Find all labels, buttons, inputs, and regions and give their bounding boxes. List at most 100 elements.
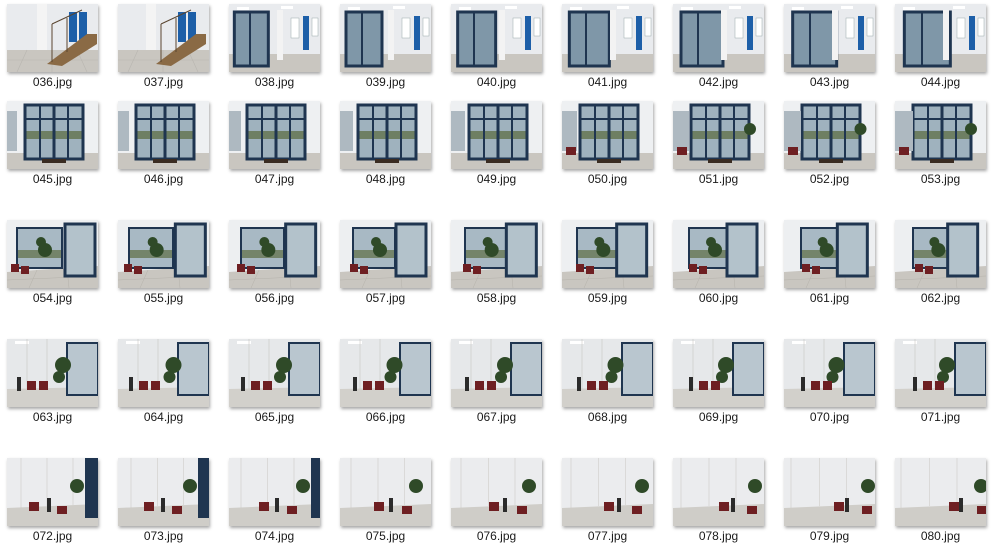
file-name-label[interactable]: 056.jpg — [222, 290, 327, 306]
file-thumbnail[interactable] — [673, 101, 764, 169]
file-name-label[interactable]: 051.jpg — [666, 171, 771, 187]
file-thumbnail[interactable] — [118, 458, 209, 526]
file-name-label[interactable]: 047.jpg — [222, 171, 327, 187]
file-thumbnail[interactable] — [118, 220, 209, 288]
file-thumbnail[interactable] — [7, 101, 98, 169]
file-item[interactable]: 066.jpg — [333, 335, 444, 427]
file-thumbnail[interactable] — [895, 339, 986, 407]
file-thumbnail[interactable] — [7, 220, 98, 288]
file-name-label[interactable]: 068.jpg — [555, 409, 660, 425]
file-item[interactable]: 074.jpg — [222, 454, 333, 546]
file-thumbnail[interactable] — [118, 339, 209, 407]
file-thumbnail[interactable] — [340, 220, 431, 288]
file-name-label[interactable]: 055.jpg — [111, 290, 216, 306]
file-thumbnail[interactable] — [340, 101, 431, 169]
file-item[interactable]: 040.jpg — [444, 0, 555, 92]
file-thumbnail[interactable] — [562, 4, 653, 72]
file-name-label[interactable]: 058.jpg — [444, 290, 549, 306]
file-name-label[interactable]: 045.jpg — [0, 171, 105, 187]
file-item[interactable]: 038.jpg — [222, 0, 333, 92]
file-thumbnail[interactable] — [340, 458, 431, 526]
file-name-label[interactable]: 048.jpg — [333, 171, 438, 187]
file-name-label[interactable]: 049.jpg — [444, 171, 549, 187]
file-item[interactable]: 072.jpg — [0, 454, 111, 546]
file-name-label[interactable]: 073.jpg — [111, 528, 216, 544]
file-thumbnail[interactable] — [673, 458, 764, 526]
file-name-label[interactable]: 076.jpg — [444, 528, 549, 544]
file-item[interactable]: 067.jpg — [444, 335, 555, 427]
file-item[interactable]: 055.jpg — [111, 216, 222, 308]
file-name-label[interactable]: 067.jpg — [444, 409, 549, 425]
file-name-label[interactable]: 077.jpg — [555, 528, 660, 544]
file-item[interactable]: 059.jpg — [555, 216, 666, 308]
file-name-label[interactable]: 063.jpg — [0, 409, 105, 425]
file-thumbnail[interactable] — [673, 220, 764, 288]
file-name-label[interactable]: 069.jpg — [666, 409, 771, 425]
file-item[interactable]: 063.jpg — [0, 335, 111, 427]
file-item[interactable]: 045.jpg — [0, 97, 111, 189]
file-item[interactable]: 043.jpg — [777, 0, 888, 92]
file-item[interactable]: 079.jpg — [777, 454, 888, 546]
file-thumbnail[interactable] — [229, 339, 320, 407]
file-name-label[interactable]: 070.jpg — [777, 409, 882, 425]
file-name-label[interactable]: 072.jpg — [0, 528, 105, 544]
file-item[interactable]: 046.jpg — [111, 97, 222, 189]
file-item[interactable]: 076.jpg — [444, 454, 555, 546]
file-item[interactable]: 062.jpg — [888, 216, 996, 308]
file-item[interactable]: 078.jpg — [666, 454, 777, 546]
file-thumbnail[interactable] — [673, 339, 764, 407]
file-name-label[interactable]: 042.jpg — [666, 74, 771, 90]
file-thumbnail[interactable] — [673, 4, 764, 72]
file-name-label[interactable]: 040.jpg — [444, 74, 549, 90]
file-thumbnail[interactable] — [784, 101, 875, 169]
file-thumbnail[interactable] — [7, 458, 98, 526]
file-item[interactable]: 080.jpg — [888, 454, 996, 546]
file-thumbnail[interactable] — [451, 4, 542, 72]
file-name-label[interactable]: 046.jpg — [111, 171, 216, 187]
file-item[interactable]: 064.jpg — [111, 335, 222, 427]
file-item[interactable]: 058.jpg — [444, 216, 555, 308]
file-thumbnail[interactable] — [229, 220, 320, 288]
file-item[interactable]: 057.jpg — [333, 216, 444, 308]
file-name-label[interactable]: 071.jpg — [888, 409, 993, 425]
file-item[interactable]: 070.jpg — [777, 335, 888, 427]
file-thumbnail[interactable] — [229, 458, 320, 526]
file-item[interactable]: 056.jpg — [222, 216, 333, 308]
file-name-label[interactable]: 044.jpg — [888, 74, 993, 90]
file-item[interactable]: 068.jpg — [555, 335, 666, 427]
file-thumbnail[interactable] — [229, 101, 320, 169]
file-item[interactable]: 071.jpg — [888, 335, 996, 427]
file-item[interactable]: 037.jpg — [111, 0, 222, 92]
file-name-label[interactable]: 059.jpg — [555, 290, 660, 306]
file-name-label[interactable]: 039.jpg — [333, 74, 438, 90]
file-thumbnail[interactable] — [784, 458, 875, 526]
file-name-label[interactable]: 066.jpg — [333, 409, 438, 425]
file-thumbnail[interactable] — [118, 101, 209, 169]
file-item[interactable]: 050.jpg — [555, 97, 666, 189]
file-name-label[interactable]: 050.jpg — [555, 171, 660, 187]
file-thumbnail[interactable] — [562, 220, 653, 288]
file-name-label[interactable]: 079.jpg — [777, 528, 882, 544]
file-name-label[interactable]: 052.jpg — [777, 171, 882, 187]
file-name-label[interactable]: 080.jpg — [888, 528, 993, 544]
file-thumbnail[interactable] — [118, 4, 209, 72]
file-item[interactable]: 051.jpg — [666, 97, 777, 189]
file-thumbnail[interactable] — [340, 4, 431, 72]
file-item[interactable]: 049.jpg — [444, 97, 555, 189]
file-name-label[interactable]: 061.jpg — [777, 290, 882, 306]
file-name-label[interactable]: 057.jpg — [333, 290, 438, 306]
file-item[interactable]: 077.jpg — [555, 454, 666, 546]
file-thumbnail[interactable] — [895, 101, 986, 169]
file-item[interactable]: 053.jpg — [888, 97, 996, 189]
file-name-label[interactable]: 060.jpg — [666, 290, 771, 306]
file-thumbnail[interactable] — [895, 458, 986, 526]
file-item[interactable]: 048.jpg — [333, 97, 444, 189]
file-name-label[interactable]: 043.jpg — [777, 74, 882, 90]
file-item[interactable]: 054.jpg — [0, 216, 111, 308]
file-name-label[interactable]: 064.jpg — [111, 409, 216, 425]
file-item[interactable]: 069.jpg — [666, 335, 777, 427]
file-item[interactable]: 052.jpg — [777, 97, 888, 189]
file-name-label[interactable]: 037.jpg — [111, 74, 216, 90]
file-thumbnail[interactable] — [229, 4, 320, 72]
file-name-label[interactable]: 053.jpg — [888, 171, 993, 187]
